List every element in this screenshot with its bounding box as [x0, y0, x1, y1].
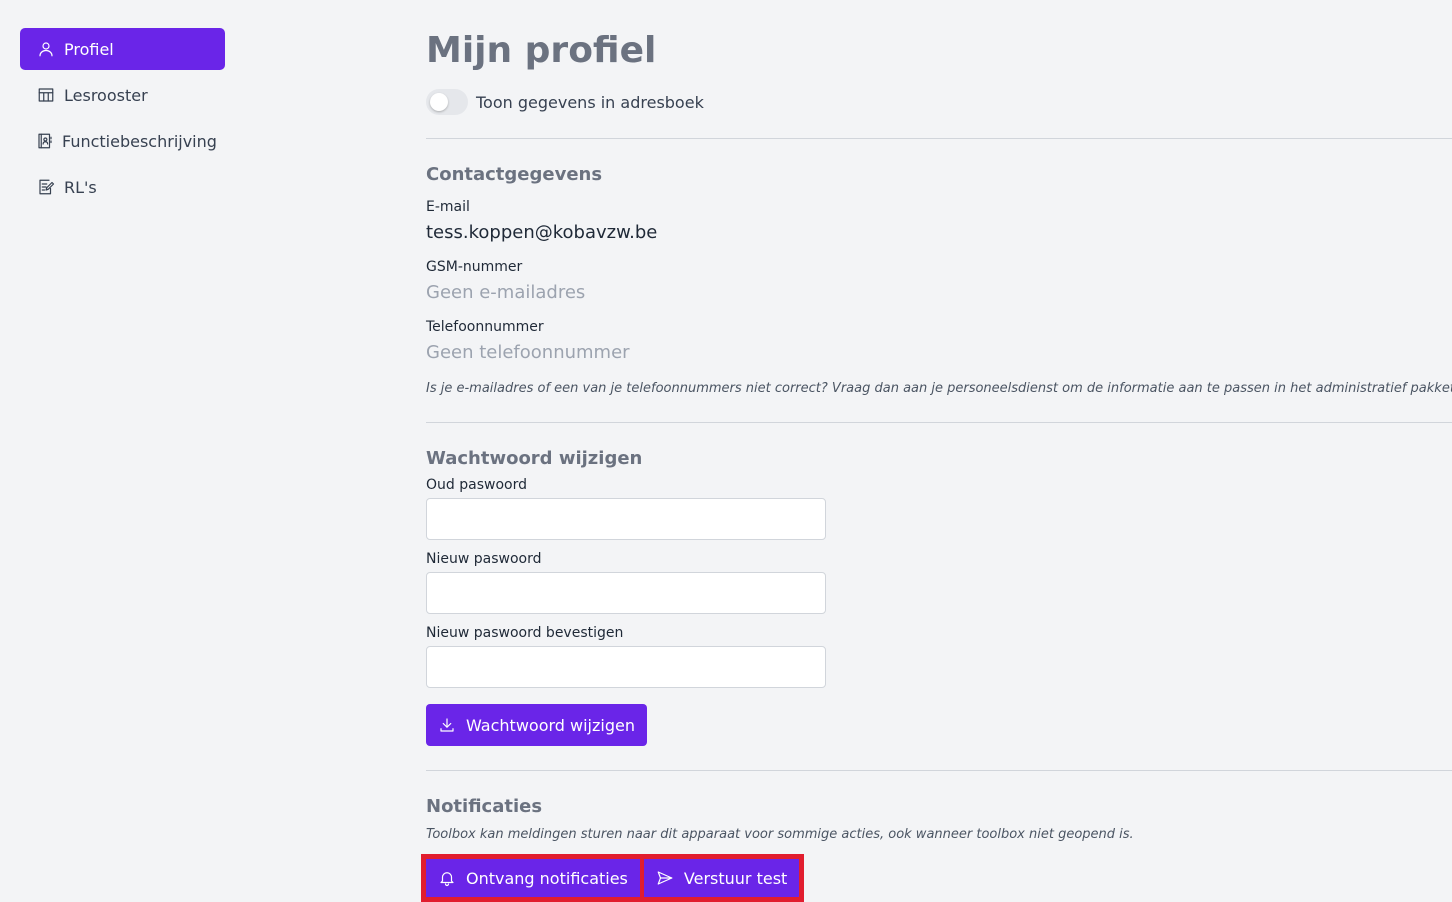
sidebar-item-profiel[interactable]: Profiel [20, 28, 225, 70]
page-title: Mijn profiel [426, 30, 657, 71]
table-icon [36, 85, 56, 105]
password-section: Wachtwoord wijzigen Oud paswoord Nieuw p… [426, 448, 1452, 746]
change-password-button-label: Wachtwoord wijzigen [466, 715, 635, 735]
main-content: Mijn profiel Toon gegevens in adresboek … [421, 28, 1452, 902]
confirm-password-input[interactable] [426, 646, 826, 688]
contact-note: Is je e-mailadres of een van je telefoon… [426, 381, 1452, 396]
sidebar-item-rls[interactable]: RL's [20, 166, 225, 208]
toggle-knob [430, 93, 448, 111]
password-section-title: Wachtwoord wijzigen [426, 448, 643, 469]
address-book-toggle-row: Toon gegevens in adresboek [426, 88, 1452, 116]
download-icon [438, 716, 456, 734]
sidebar-item-label: Lesrooster [64, 85, 148, 105]
receive-notifications-button[interactable]: Ontvang notificaties [426, 859, 640, 897]
notifications-button-group: Ontvang notificaties Verstuur test [421, 854, 805, 902]
send-test-label: Verstuur test [683, 868, 788, 888]
email-label: E-mail [426, 199, 470, 215]
sidebar-item-functiebeschrijving[interactable]: Functiebeschrijving [20, 120, 225, 162]
toggle-label: Toon gegevens in adresboek [476, 92, 704, 112]
phone-label: Telefoonnummer [426, 319, 544, 335]
address-book-toggle[interactable] [426, 89, 468, 115]
contact-section: Contactgegevens E-mail tess.koppen@kobav… [426, 164, 1452, 398]
old-password-input[interactable] [426, 498, 826, 540]
phone-value: Geen telefoonnummer [426, 342, 630, 363]
notifications-section: Notificaties Toolbox kan meldingen sture… [421, 796, 1452, 902]
gsm-label: GSM-nummer [426, 259, 523, 275]
change-password-button[interactable]: Wachtwoord wijzigen [426, 704, 647, 746]
contact-section-title: Contactgegevens [426, 164, 603, 185]
new-password-input[interactable] [426, 572, 826, 614]
sidebar-item-label: RL's [64, 177, 97, 197]
send-test-button[interactable]: Verstuur test [643, 859, 800, 897]
divider [426, 422, 1452, 423]
bell-icon [438, 869, 456, 887]
email-value: tess.koppen@kobavzw.be [426, 222, 658, 243]
sidebar-item-lesrooster[interactable]: Lesrooster [20, 74, 225, 116]
old-password-label: Oud paswoord [426, 477, 527, 493]
sidebar-item-label: Profiel [64, 39, 114, 59]
sidebar: Profiel Lesrooster Functiebeschrijving R… [20, 28, 225, 212]
new-password-label: Nieuw paswoord [426, 551, 542, 567]
sidebar-item-label: Functiebeschrijving [62, 131, 217, 151]
gsm-value: Geen e-mailadres [426, 282, 586, 303]
receive-notifications-label: Ontvang notificaties [466, 868, 628, 888]
notifications-section-title: Notificaties [426, 796, 543, 817]
contact-book-icon [36, 131, 54, 151]
divider [426, 138, 1452, 139]
notifications-note: Toolbox kan meldingen sturen naar dit ap… [426, 827, 1134, 842]
confirm-password-label: Nieuw paswoord bevestigen [426, 625, 624, 641]
edit-document-icon [36, 177, 56, 197]
send-icon [656, 869, 674, 887]
user-icon [36, 39, 56, 59]
divider [426, 770, 1452, 771]
